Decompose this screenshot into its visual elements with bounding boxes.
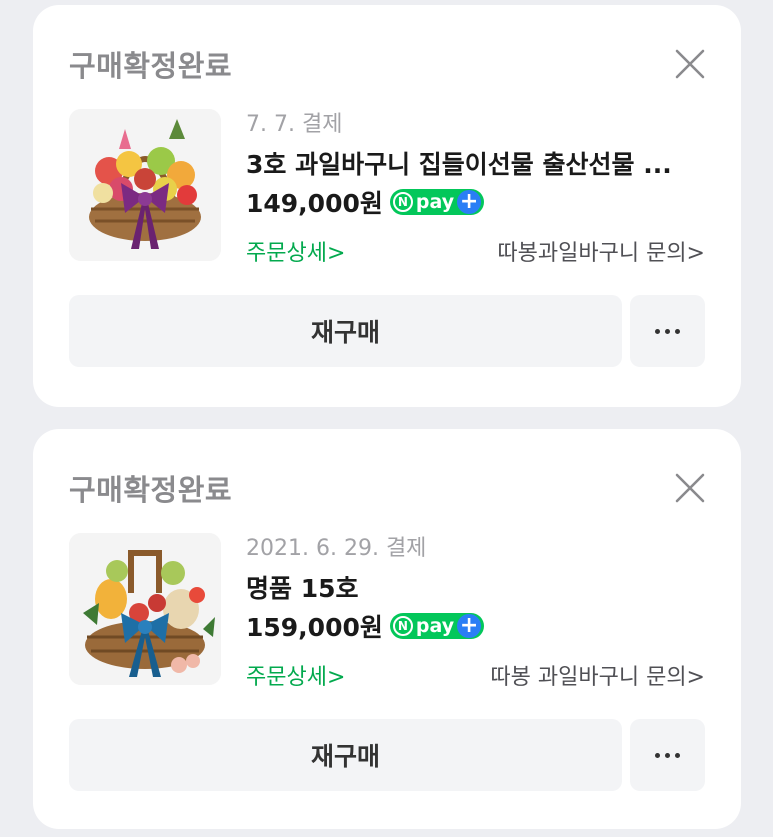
product-price: 149,000원 [246, 189, 383, 218]
order-card: 구매확정완료 2021. 6. 29. 결제 명품 15호 159,000원 N… [33, 429, 741, 829]
product-price: 159,000원 [246, 613, 383, 642]
price-row: 149,000원 N pay + [246, 185, 485, 219]
order-detail-link[interactable]: 주문상세> [246, 659, 345, 691]
npay-logo: N [392, 192, 413, 212]
npay-logo: N [392, 616, 413, 636]
fruit-basket-image [69, 109, 221, 261]
seller-inquiry-link[interactable]: 따봉 과일바구니 문의> [490, 659, 705, 691]
order-status: 구매확정완료 [69, 473, 233, 507]
more-dots-icon [655, 328, 660, 334]
npay-label: pay [415, 191, 455, 213]
rebuy-button[interactable]: 재구매 [69, 295, 622, 367]
order-card: 구매확정완료 7. 7. 결제 3호 과일바구니 집들이선물 출산선물 ... … [33, 5, 741, 407]
close-icon [675, 49, 705, 79]
close-button[interactable] [675, 473, 705, 503]
npay-badge: N pay + [389, 613, 485, 639]
close-icon [675, 473, 705, 503]
npay-plus-icon: + [457, 190, 482, 214]
more-options-button[interactable] [630, 295, 705, 367]
product-title[interactable]: 명품 15호 [246, 569, 706, 605]
npay-badge: N pay + [389, 189, 485, 215]
close-button[interactable] [675, 49, 705, 79]
seller-inquiry-link[interactable]: 따봉과일바구니 문의> [497, 235, 705, 267]
npay-label: pay [415, 615, 455, 637]
product-title[interactable]: 3호 과일바구니 집들이선물 출산선물 ... [246, 145, 706, 181]
product-image[interactable] [69, 109, 221, 261]
price-row: 159,000원 N pay + [246, 609, 485, 643]
more-options-button[interactable] [630, 719, 705, 791]
payment-date: 2021. 6. 29. 결제 [246, 536, 427, 561]
order-status: 구매확정완료 [69, 49, 233, 83]
fruit-basket-image [69, 533, 221, 685]
order-detail-link[interactable]: 주문상세> [246, 235, 345, 267]
more-dots-icon [655, 752, 660, 758]
product-image[interactable] [69, 533, 221, 685]
npay-plus-icon: + [457, 614, 482, 638]
payment-date: 7. 7. 결제 [246, 112, 343, 137]
rebuy-button[interactable]: 재구매 [69, 719, 622, 791]
